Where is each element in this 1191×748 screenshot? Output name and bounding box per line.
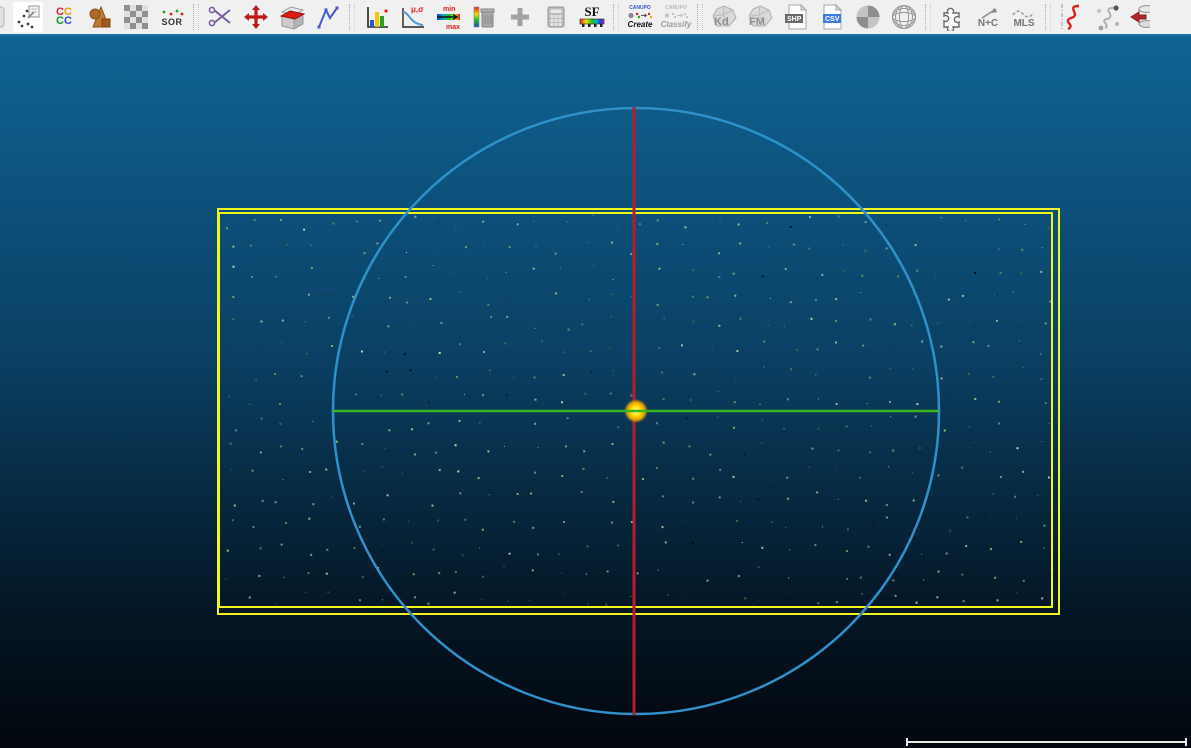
checkerboard-icon — [123, 4, 149, 30]
csv-file-icon: CSV — [818, 3, 846, 31]
toolbar-separator — [193, 4, 199, 30]
delete-scalar-field-button[interactable] — [469, 2, 499, 32]
kd-rock-icon: Kd — [709, 3, 739, 31]
canupo-classify-label: Classify — [661, 20, 692, 29]
show-scalar-field-button[interactable]: SF — [577, 2, 607, 32]
clipped-toolbar-icon-left[interactable] — [0, 2, 7, 32]
shaded-sphere-icon — [854, 3, 882, 31]
sf-color-ramp-icon — [578, 18, 606, 28]
toolbar-separator — [1045, 4, 1051, 30]
unroll-cylinder-icon — [1129, 2, 1150, 32]
sf-label: SF — [584, 6, 599, 18]
sf-arithmetic-button[interactable] — [541, 2, 571, 32]
main-toolbar: CC CC — [0, 0, 1191, 34]
shp-file-icon: SHP — [782, 3, 810, 31]
sor-filter-button[interactable]: SOR — [157, 2, 187, 32]
scale-bar — [907, 738, 1186, 746]
canupo-create-icon — [626, 11, 654, 20]
toolbar-separator — [925, 4, 931, 30]
mls-curve-icon — [1010, 7, 1038, 19]
histogram-button[interactable] — [361, 2, 391, 32]
spherical-projection-button[interactable] — [889, 2, 919, 32]
ramp-trash-icon — [470, 3, 498, 31]
histogram-icon — [362, 3, 390, 31]
facets-fm-button[interactable]: FM — [745, 2, 775, 32]
canupo-create-label: Create — [628, 20, 653, 29]
toolbar-separator — [349, 4, 355, 30]
max-label: max — [446, 24, 460, 31]
polyline-icon — [314, 3, 342, 31]
normals-nc-button[interactable]: N+C — [973, 2, 1003, 32]
puzzle-piece-icon — [938, 3, 966, 31]
mls-label: MLS — [1013, 19, 1034, 28]
3d-viewport[interactable] — [0, 34, 1191, 748]
gray-spline-dots-icon — [1093, 2, 1123, 32]
sphere-render-button[interactable] — [853, 2, 883, 32]
scene-svg — [0, 34, 1191, 748]
cross-section-button[interactable] — [277, 2, 307, 32]
canupo-create-button[interactable]: CANUPO Create — [625, 2, 655, 32]
toolbar-separator — [697, 4, 703, 30]
translate-rotate-button[interactable] — [241, 2, 271, 32]
fm-label: FM — [749, 16, 765, 28]
csv-label: CSV — [825, 16, 840, 23]
shp-label: SHP — [787, 16, 802, 23]
add-scalar-field-button[interactable] — [505, 2, 535, 32]
trace-polyline-button[interactable] — [313, 2, 343, 32]
spline-fit-button[interactable] — [1057, 2, 1087, 32]
mls-smoothing-button[interactable]: MLS — [1009, 2, 1039, 32]
canupo-classify-icon — [662, 11, 690, 20]
mesh-sampling-icon — [86, 3, 114, 31]
scissors-icon — [206, 3, 234, 31]
point-list-picking-button[interactable] — [13, 2, 43, 32]
toolbar-separator — [613, 4, 619, 30]
gaussian-curve-icon: μ,σ — [398, 3, 426, 31]
cloud-cloud-distance-button[interactable]: CC CC — [49, 2, 79, 32]
nc-arrow-icon — [974, 7, 1002, 19]
mesh-sampling-button[interactable] — [85, 2, 115, 32]
kd-tree-button[interactable]: Kd — [709, 2, 739, 32]
point-list-picking-icon — [14, 3, 42, 31]
move-cross-icon — [242, 3, 270, 31]
mu-sigma-label: μ,σ — [411, 5, 424, 14]
fm-rock-icon: FM — [745, 3, 775, 31]
sf-min-max-button[interactable]: min max — [433, 2, 463, 32]
statistical-params-button[interactable]: μ,σ — [397, 2, 427, 32]
subsample-button[interactable] — [121, 2, 151, 32]
segment-scissors-button[interactable] — [205, 2, 235, 32]
cloud-cloud-distance-icon: CC CC — [56, 8, 72, 26]
export-csv-button[interactable]: CSV — [817, 2, 847, 32]
plus-icon — [506, 3, 534, 31]
clipping-box-icon — [278, 3, 306, 31]
kd-label: Kd — [714, 16, 729, 28]
nc-label: N+C — [978, 19, 998, 28]
red-spline-icon — [1057, 2, 1087, 32]
sor-filter-label: SOR — [161, 18, 182, 27]
wireframe-globe-icon — [890, 3, 918, 31]
export-shp-button[interactable]: SHP — [781, 2, 811, 32]
spline-points-button[interactable] — [1093, 2, 1123, 32]
canupo-classify-button[interactable]: CANUPO Classify — [661, 2, 691, 32]
calculator-icon — [542, 3, 570, 31]
plugin-puzzle-button[interactable] — [937, 2, 967, 32]
clipped-toolbar-icon-right[interactable] — [1129, 2, 1150, 32]
sor-filter-icon — [159, 8, 185, 18]
min-max-ramp-icon: min max — [434, 3, 462, 31]
min-label: min — [443, 6, 455, 13]
